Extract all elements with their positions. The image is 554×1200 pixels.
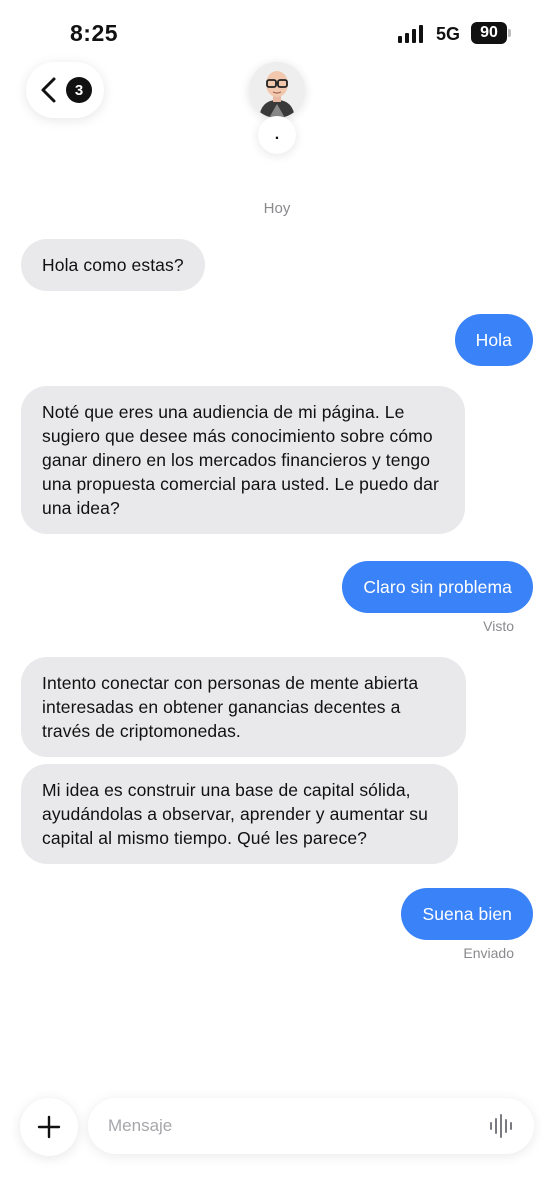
cellular-signal-icon bbox=[398, 25, 423, 43]
message-bubble-outgoing[interactable]: Hola bbox=[454, 314, 533, 366]
status-bar: 8:25 5G 90 bbox=[0, 0, 554, 64]
contact-name[interactable]: . bbox=[258, 116, 296, 154]
chevron-left-icon bbox=[41, 77, 56, 103]
battery-cap bbox=[508, 29, 511, 37]
message-bubble-outgoing[interactable]: Suena bien bbox=[401, 888, 533, 940]
back-button[interactable]: 3 bbox=[26, 62, 104, 118]
read-receipt: Visto bbox=[483, 618, 514, 634]
message-bubble-incoming[interactable]: Intento conectar con personas de mente a… bbox=[21, 657, 466, 757]
message-input[interactable] bbox=[108, 1098, 478, 1154]
message-composer[interactable] bbox=[88, 1098, 534, 1154]
message-bubble-incoming[interactable]: Noté que eres una audiencia de mi página… bbox=[21, 386, 465, 534]
delivery-receipt: Enviado bbox=[463, 945, 514, 961]
message-bubble-incoming[interactable]: Mi idea es construir una base de capital… bbox=[21, 764, 458, 864]
day-separator: Hoy bbox=[263, 200, 291, 217]
battery-icon: 90 bbox=[471, 22, 507, 44]
memoji-avatar-icon bbox=[249, 62, 305, 118]
contact-avatar[interactable] bbox=[249, 62, 305, 118]
unread-count-badge: 3 bbox=[66, 77, 92, 103]
status-time: 8:25 bbox=[70, 20, 119, 46]
battery-level: 90 bbox=[480, 24, 498, 41]
message-bubble-outgoing[interactable]: Claro sin problema bbox=[342, 561, 533, 613]
voice-waveform-icon[interactable] bbox=[488, 1113, 514, 1139]
network-type: 5G bbox=[436, 24, 461, 44]
message-bubble-incoming[interactable]: Hola como estas? bbox=[21, 239, 205, 291]
plus-icon bbox=[37, 1115, 61, 1139]
add-attachment-button[interactable] bbox=[20, 1098, 78, 1156]
